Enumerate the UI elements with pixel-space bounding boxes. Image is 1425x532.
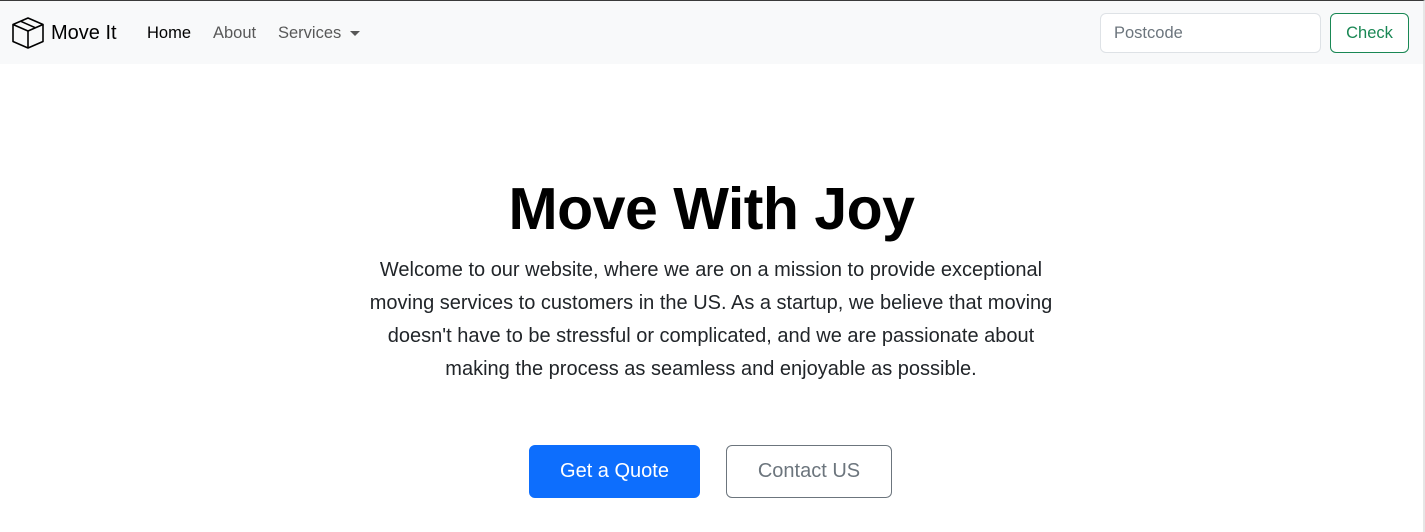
nav-services-dropdown[interactable]: Services	[278, 21, 361, 45]
get-quote-button[interactable]: Get a Quote	[529, 445, 700, 498]
box-icon	[11, 16, 45, 50]
postcode-input[interactable]	[1100, 13, 1321, 53]
contact-us-button[interactable]: Contact US	[726, 445, 892, 498]
check-button[interactable]: Check	[1330, 13, 1409, 53]
caret-down-icon	[350, 31, 361, 36]
nav-home[interactable]: Home	[147, 21, 191, 45]
navbar: Move It Home About Services Check	[0, 1, 1423, 64]
brand-link[interactable]: Move It	[11, 16, 117, 50]
nav-about[interactable]: About	[213, 21, 256, 45]
nav-services-label: Services	[278, 24, 342, 42]
hero-title: Move With Joy	[508, 176, 915, 242]
brand-name: Move It	[51, 22, 117, 44]
hero-description: Welcome to our website, where we are on …	[369, 259, 1053, 380]
page: Move It Home About Services Check Move W…	[0, 0, 1425, 532]
